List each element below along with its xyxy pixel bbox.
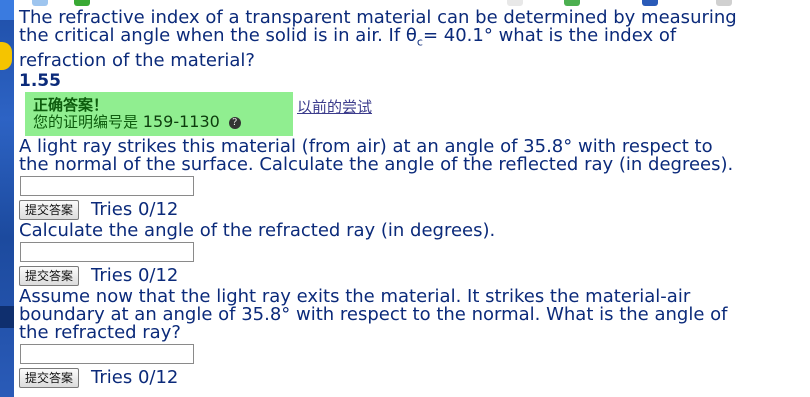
submitted-answer: 1.55 — [19, 70, 61, 91]
question-text-line: the refracted ray? — [19, 321, 181, 343]
toolbar-icon[interactable] — [507, 0, 523, 6]
question-3: Calculate the angle of the refracted ray… — [19, 219, 804, 288]
correct-title: 正确答案！ — [33, 95, 109, 114]
help-icon[interactable]: ? — [228, 116, 241, 129]
desktop-strip — [0, 0, 14, 397]
correct-answer-row: 正确答案！ 您的证明编号是 159-1130 ? 以前的尝试 — [19, 90, 804, 138]
question-text: = 40.1° what is the index of — [422, 25, 677, 46]
toolbar-icon[interactable] — [716, 0, 732, 6]
answer-input[interactable] — [20, 343, 194, 364]
toolbar-icon[interactable] — [564, 0, 580, 6]
forward-icon[interactable] — [74, 0, 90, 6]
answer-input[interactable] — [20, 241, 194, 262]
proof-label: 您的证明编号是 — [33, 112, 139, 131]
proof-number: 159-1130 — [142, 111, 220, 131]
question-4: Assume now that the light ray exits the … — [19, 285, 804, 390]
tries-counter: Tries 0/12 — [91, 366, 179, 388]
question-text-line: Calculate the angle of the refracted ray… — [19, 219, 496, 241]
toolbar-icon[interactable] — [642, 0, 658, 6]
tries-counter: Tries 0/12 — [91, 264, 179, 286]
question-1: The refractive index of a transparent ma… — [19, 9, 804, 90]
question-text-line: the critical angle when the solid is in … — [19, 27, 804, 52]
desktop-icon — [0, 42, 12, 70]
submit-row: 提交答案 Tries 0/12 — [19, 198, 804, 222]
proof-line: 您的证明编号是 159-1130 ? — [33, 111, 241, 131]
submit-answer-button[interactable]: 提交答案 — [19, 367, 80, 388]
desktop-icon — [0, 306, 14, 328]
submit-row: 提交答案 Tries 0/12 — [19, 366, 804, 390]
question-text: the critical angle when the solid is in … — [19, 25, 417, 46]
desktop-icon — [0, 0, 14, 20]
submit-answer-button[interactable]: 提交答案 — [19, 265, 80, 286]
problem-content: The refractive index of a transparent ma… — [19, 9, 804, 390]
question-text-line: the normal of the surface. Calculate the… — [19, 153, 734, 175]
previous-attempts-link[interactable]: 以前的尝试 — [297, 98, 372, 116]
back-icon[interactable] — [32, 0, 48, 6]
question-text-line: boundary at an angle of 35.8° with respe… — [19, 303, 728, 325]
tries-counter: Tries 0/12 — [91, 198, 179, 220]
correct-answer-panel: 正确答案！ 您的证明编号是 159-1130 ? — [25, 91, 293, 136]
question-2: A light ray strikes this material (from … — [19, 135, 804, 222]
question-text-line: A light ray strikes this material (from … — [19, 135, 713, 157]
answer-input[interactable] — [20, 175, 194, 196]
submit-row: 提交答案 Tries 0/12 — [19, 264, 804, 288]
question-text-line: refraction of the material? — [19, 49, 255, 71]
submit-answer-button[interactable]: 提交答案 — [19, 199, 80, 220]
question-text-line: Assume now that the light ray exits the … — [19, 285, 691, 307]
